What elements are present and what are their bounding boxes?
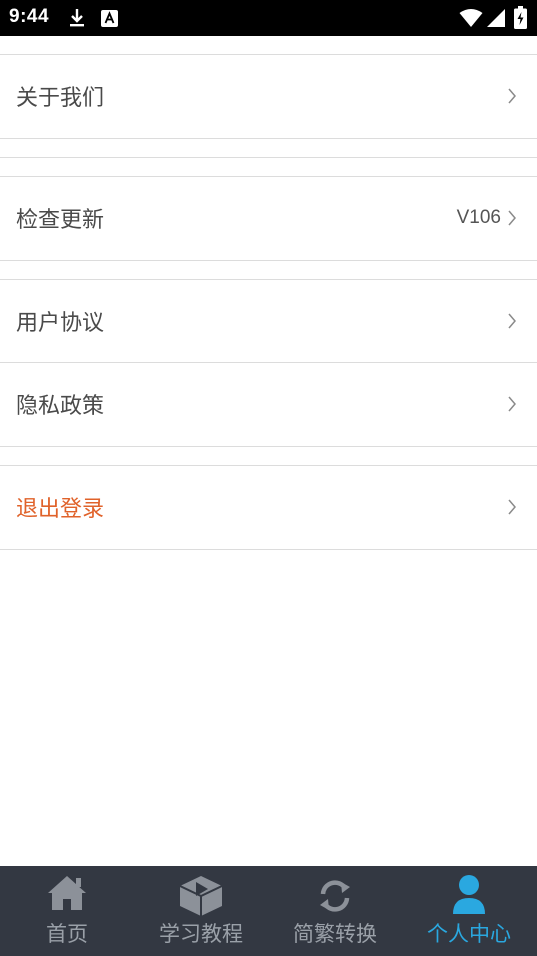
user-agreement-row[interactable]: 用户协议	[0, 280, 537, 362]
home-icon	[48, 876, 86, 910]
download-icon	[70, 9, 84, 27]
privacy-policy-label: 隐私政策	[16, 394, 105, 419]
divider	[0, 260, 537, 261]
chevron-right-icon	[508, 499, 516, 515]
wifi-icon	[459, 9, 483, 27]
tab-tutorial-label: 学习教程	[159, 922, 243, 946]
check-update-label: 检查更新	[16, 208, 105, 233]
convert-icon	[320, 880, 350, 912]
tab-tutorial[interactable]: 学习教程	[134, 866, 268, 956]
about-us-row[interactable]: 关于我们	[0, 55, 537, 137]
tab-convert-label: 简繁转换	[293, 922, 377, 946]
tab-convert[interactable]: 简繁转换	[268, 866, 402, 956]
divider	[0, 157, 537, 158]
tab-profile[interactable]: 个人中心	[402, 866, 536, 956]
signal-icon	[487, 9, 505, 27]
person-icon	[453, 875, 485, 914]
divider	[0, 446, 537, 447]
chevron-right-icon	[508, 88, 516, 104]
tab-home-label: 首页	[46, 922, 88, 946]
privacy-policy-row[interactable]: 隐私政策	[0, 363, 537, 445]
tab-profile-label: 个人中心	[427, 922, 511, 946]
check-update-row[interactable]: 检查更新 V106	[0, 177, 537, 259]
user-agreement-label: 用户协议	[16, 311, 105, 336]
tab-home[interactable]: 首页	[0, 866, 134, 956]
divider	[0, 549, 537, 550]
status-bar: 9:44	[0, 0, 537, 36]
settings-list: 关于我们 检查更新 V106 用户协议 隐私政策 退出登录	[0, 36, 537, 866]
version-value: V106	[456, 207, 501, 228]
battery-icon	[514, 6, 527, 29]
chevron-right-icon	[508, 396, 516, 412]
chevron-right-icon	[508, 313, 516, 329]
chevron-right-icon	[508, 210, 516, 226]
tutorial-box-icon	[179, 876, 223, 916]
logout-row[interactable]: 退出登录	[0, 466, 537, 548]
logout-label: 退出登录	[16, 497, 105, 522]
a-notification-icon	[101, 10, 118, 27]
status-time: 9:44	[9, 6, 50, 27]
bottom-tab-bar: 首页 学习教程 简繁转换 个人中心	[0, 866, 537, 956]
about-us-label: 关于我们	[16, 86, 105, 111]
divider	[0, 138, 537, 139]
